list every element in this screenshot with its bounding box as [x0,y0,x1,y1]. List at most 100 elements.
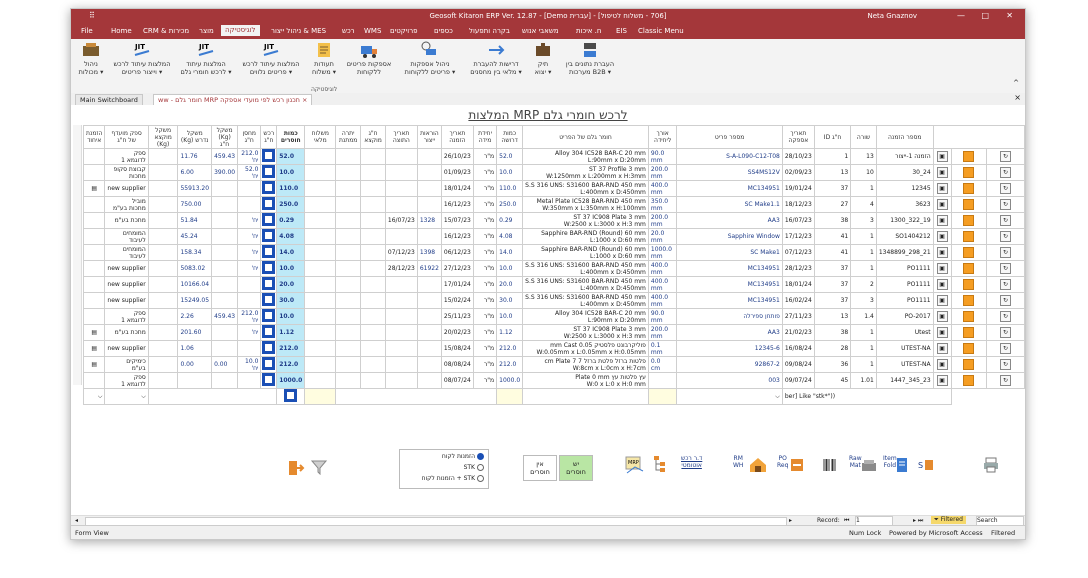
mrp-icon[interactable]: MRP [625,455,647,477]
view-icon[interactable]: ▣ [936,327,948,338]
ribbon-export-button[interactable]: תיק יצוא ▾ [531,41,555,76]
purchase-checkbox[interactable] [262,261,276,274]
refresh-icon[interactable]: ↻ [1000,343,1012,354]
refresh-icon[interactable]: ↻ [1000,327,1012,338]
flag-icon[interactable] [963,375,975,386]
cell-purchase[interactable] [260,212,278,229]
cell-supplier[interactable]: כימיקים בע"מ [104,356,149,373]
menu-product[interactable]: מוצר [199,27,214,35]
flag-icon[interactable] [963,247,975,258]
view-icon[interactable]: ▣ [936,263,948,274]
flag-icon[interactable] [963,327,975,338]
flag-icon[interactable] [963,359,975,370]
menu-classic[interactable]: Classic Menu [638,27,684,35]
table-row[interactable]: ▤ מתכת בע"מ 201.60 יח' 1.12 20/02/23 מ"ר 1.12 ST… [82,324,1025,341]
print-icon[interactable] [983,457,999,475]
refresh-icon[interactable]: ↻ [1000,359,1012,370]
cell-supplier[interactable]: new supplier [104,292,149,309]
flag-icon[interactable] [963,263,975,274]
cell-purchase[interactable] [260,164,278,181]
menu-home[interactable]: Home [111,27,132,35]
refresh-icon[interactable]: ↻ [1000,311,1012,322]
flag-icon[interactable] [963,231,975,242]
close-form-icon[interactable]: × [1014,93,1021,102]
view-icon[interactable]: ▣ [936,295,948,306]
cell-purchase[interactable] [260,148,278,165]
filter-expression[interactable]: ber] Like "stk*")) [781,388,952,405]
col-consolidation[interactable]: הזמנת איחוד [82,125,106,149]
raw-material-icon[interactable] [861,457,877,475]
table-row[interactable]: new supplier 10166.04 20.0 17/01/24 מ"ר 20.0 S… [82,276,1025,293]
table-row[interactable]: המומחים לעיבוד 158.34 יח' 14.0 07/12/23 1398 0… [82,244,1025,261]
cell-order[interactable]: PO1111 [875,260,934,277]
menu-eis[interactable]: EIS [616,27,627,35]
table-row[interactable]: new supplier 5083.02 יח' 10.0 28/12/23 61922 2… [82,260,1025,277]
refresh-icon[interactable]: ↻ [1000,151,1012,162]
menu-quality[interactable]: ח. איכות [576,27,601,35]
cell-supplier[interactable]: new supplier [104,340,149,357]
restore-button[interactable]: □ [981,11,989,20]
view-icon[interactable]: ▣ [936,231,948,242]
cell-item[interactable]: Sapphire Window [676,228,783,245]
view-icon[interactable]: ▣ [936,151,948,162]
cell-supplier[interactable]: מוביל מתכות בע"מ [104,196,149,213]
ribbon-delivery-notes-button[interactable]: תעודות משלוח ▾ [309,41,339,76]
table-row[interactable]: ספק לדוגמא 1 1000.0 08/07/24 מ"ר 1000.0 עץ פל… [82,372,1025,389]
menu-wms[interactable]: WMS [364,27,381,35]
cell-item[interactable]: 92867-2 [676,356,783,373]
purchase-checkbox[interactable] [262,293,276,306]
consolidation-doc-icon[interactable]: ▤ [82,324,106,341]
filter-combo-3[interactable]: ⌵ [676,388,783,405]
table-row[interactable]: ▤ new supplier 55913.20 110.0 18/01/24 מ"ר 110… [82,180,1025,197]
cell-order[interactable]: 3623 [875,196,934,213]
cell-order[interactable]: Utest [875,324,934,341]
purchase-checkbox[interactable] [262,341,276,354]
menu-logistics[interactable]: לוגיסטיקה [221,25,260,36]
cell-supplier[interactable]: ספק לדוגמא 1 [104,308,149,325]
col-material-id[interactable]: ח"ג ID [813,125,852,149]
cell-order[interactable]: 23_345_1447 [875,372,934,389]
radio-stk[interactable]: STK [464,464,484,471]
menu-finance[interactable]: כספים [434,27,453,35]
first-record-button[interactable]: ⏮ [844,517,849,525]
radio-customer-orders[interactable]: הזמנות לקוח [442,453,484,460]
refresh-icon[interactable]: ↻ [1000,247,1012,258]
ribbon-jit-items-button[interactable]: JIT המלצות עיתוד לרכש וייצור פריטים ▾ [111,41,173,76]
cell-purchase[interactable] [260,340,278,357]
auto-purchase-report-link[interactable]: ד.ר רכש אוטומטי [681,455,702,469]
cell-supplier[interactable]: ספק לדוגמא 1 [104,372,149,389]
cell-order[interactable]: הזמנה 1-ייצור [875,148,934,165]
refresh-icon[interactable]: ↻ [1000,231,1012,242]
col-shortage[interactable]: כמות חוסרים [276,125,306,149]
table-row[interactable]: מוביל מתכות בע"מ 750.00 250.0 16/12/23 מ"ר 25… [82,196,1025,213]
table-row[interactable]: המומחים לעיבוד 45.24 יח' 4.08 16/12/23 מ"ר 4.0… [82,228,1025,245]
tab-mrp-form[interactable]: ww - חומר גלם MRP תכנון רכש לפי מועדי אס… [153,94,313,105]
cell-supplier[interactable]: קבוצת סקופ מתכות [104,164,149,181]
cell-order[interactable]: PO1111 [875,276,934,293]
ribbon-containers-button[interactable]: ניהול מכולות ▾ [75,41,107,76]
view-icon[interactable]: ▣ [936,359,948,370]
table-row[interactable]: ▤ new supplier 1.06 212.0 15/08/24 מ"ר 212.0 פו… [82,340,1025,357]
nav-scroll-left[interactable]: ◂ [75,517,78,524]
barcode-icon[interactable] [823,459,837,473]
col-warehouse[interactable]: מחסן ח"ג [237,125,262,149]
consolidation-doc-icon[interactable]: ▤ [82,180,106,197]
col-order-number[interactable]: מספר הזמנה [875,125,934,149]
cell-item[interactable]: 12345-6 [676,340,783,357]
cell-purchase[interactable] [260,244,278,261]
col-order-date[interactable]: תאריך הזמנה [440,125,474,149]
col-unit-length[interactable]: אורך ליחידה [647,125,678,149]
refresh-icon[interactable]: ↻ [1000,215,1012,226]
col-due-date[interactable]: תאריך התוצה [384,125,418,149]
col-required-qty[interactable]: כמות דרושה [496,125,524,149]
cell-supplier[interactable]: המומחים לעיבוד [104,244,149,261]
spec-icon[interactable]: S [917,457,935,475]
col-item-number[interactable]: מספר פריט [676,125,783,149]
menu-projects[interactable]: פרויקטים [390,27,418,35]
col-uom[interactable]: יחידת מידה [472,125,498,149]
flag-icon[interactable] [963,167,975,178]
purchase-checkbox[interactable] [262,149,276,162]
cell-supplier[interactable]: new supplier [104,180,149,197]
col-production-orders[interactable]: הוראות ייצור [416,125,442,149]
table-row[interactable]: ספק לדוגמא 1 11.76 459.43 212.0 יח' 52.0 26/1… [82,148,1025,165]
